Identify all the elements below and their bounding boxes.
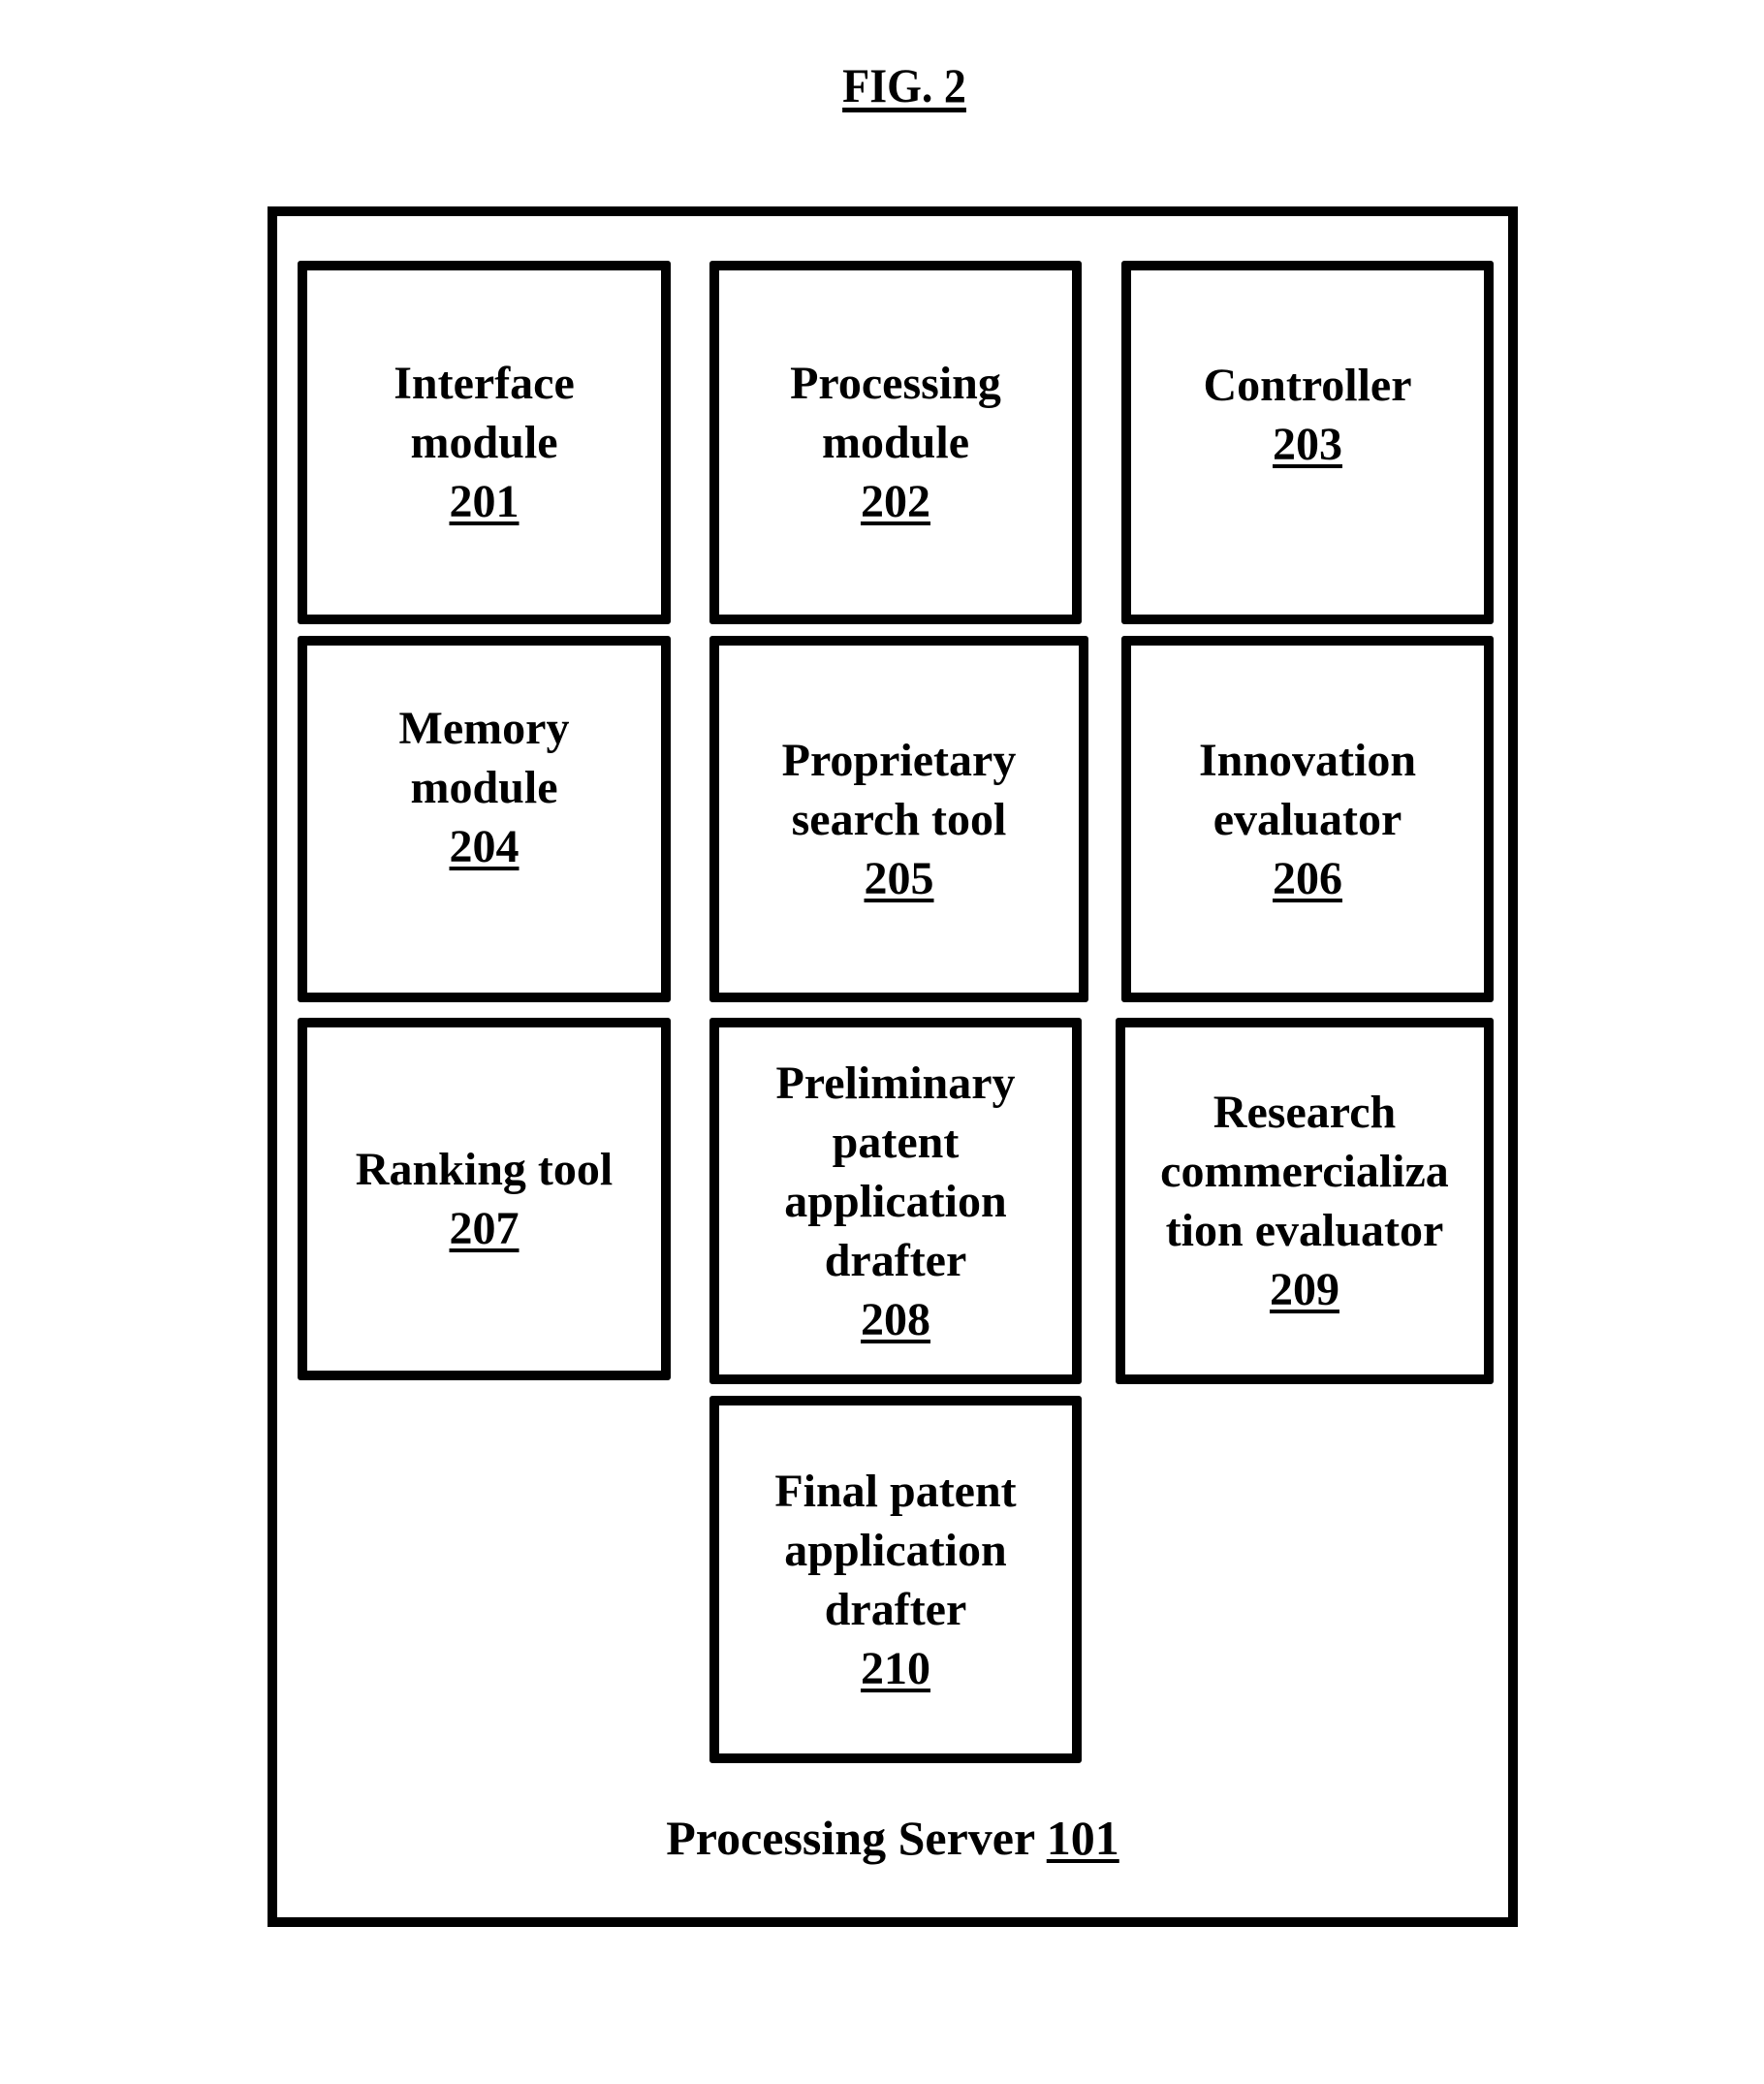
module-label-line: Interface (394, 358, 575, 409)
server-label-text: Processing Server (666, 1811, 1035, 1865)
module-label-line: Research (1213, 1087, 1397, 1138)
figure-title: FIG. 2 (842, 58, 966, 112)
module-label-line: module (410, 417, 558, 468)
module-label-line: Proprietary (781, 734, 1017, 786)
memory-module-box: Memory module 204 (298, 636, 671, 1002)
module-label-line: application (784, 1524, 1007, 1576)
module-label-line: Processing (790, 358, 1001, 409)
module-ref-number: 206 (1273, 852, 1342, 904)
module-ref-number: 208 (861, 1293, 930, 1345)
module-ref-number: 201 (449, 476, 520, 527)
module-label-line: drafter (824, 1234, 967, 1286)
module-label-line: module (821, 417, 969, 468)
module-ref-number: 202 (860, 476, 930, 527)
ranking-tool-box: Ranking tool 207 (298, 1018, 671, 1380)
module-ref-number: 203 (1273, 418, 1342, 470)
interface-module-box: Interface module 201 (298, 261, 671, 624)
module-ref-number: 210 (860, 1642, 930, 1694)
research-commercialization-evaluator-box: Research commercializa tion evaluator 20… (1116, 1018, 1494, 1384)
module-ref-number: 205 (864, 852, 934, 904)
module-label-line: Innovation (1198, 734, 1417, 786)
processing-module-box: Processing module 202 (709, 261, 1082, 624)
server-ref-number: 101 (1046, 1811, 1119, 1865)
innovation-evaluator-box: Innovation evaluator 206 (1121, 636, 1494, 1002)
proprietary-search-tool-box: Proprietary search tool 205 (709, 636, 1088, 1002)
processing-server-label: Processing Server 101 (268, 1809, 1518, 1867)
module-label-line: patent (832, 1116, 960, 1168)
module-label-line: commercializa (1160, 1146, 1449, 1197)
module-label-line: module (410, 761, 558, 813)
module-ref-number: 204 (449, 820, 520, 872)
module-label-line: evaluator (1213, 793, 1402, 845)
final-patent-application-drafter-box: Final patent application drafter 210 (709, 1396, 1082, 1763)
module-ref-number: 207 (449, 1203, 520, 1254)
preliminary-patent-application-drafter-box: Preliminary patent application drafter 2… (709, 1018, 1082, 1384)
module-ref-number: 209 (1269, 1264, 1339, 1315)
module-label-line: Controller (1203, 359, 1412, 411)
module-label-line: application (784, 1175, 1007, 1227)
module-label-line: Ranking tool (355, 1144, 614, 1195)
module-label-line: drafter (824, 1583, 967, 1635)
module-label-line: Memory (398, 702, 570, 754)
module-label-line: tion evaluator (1165, 1205, 1444, 1256)
module-label-line: Final patent (774, 1465, 1017, 1517)
module-label-line: search tool (791, 793, 1007, 845)
controller-box: Controller 203 (1121, 261, 1494, 624)
module-label-line: Preliminary (775, 1057, 1016, 1109)
